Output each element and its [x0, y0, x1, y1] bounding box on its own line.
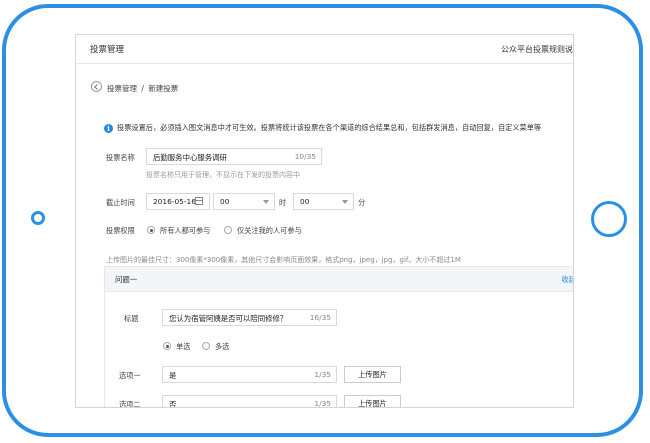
chevron-down-icon — [263, 200, 269, 204]
single-choice-label[interactable]: 单选 — [176, 342, 190, 352]
perm-followers-label[interactable]: 仅关注我的人可参与 — [237, 226, 302, 236]
breadcrumb-parent[interactable]: 投票管理 — [107, 84, 137, 93]
minute-unit: 分 — [358, 198, 366, 207]
vote-name-input[interactable]: 后勤服务中心服务调研 10/35 — [146, 148, 322, 165]
option-value: 否 — [169, 400, 177, 408]
page-title: 投票管理 — [90, 45, 125, 55]
multi-choice-radio[interactable] — [202, 342, 210, 350]
date-input[interactable]: 2016-05-16 — [146, 193, 210, 210]
option-count: 1/35 — [314, 399, 331, 408]
date-value: 2016-05-16 — [153, 197, 196, 206]
breadcrumb: 投票管理 / 新建投票 — [107, 83, 178, 94]
question-panel: 问题一 收起 标题 您认为宿管阿姨是否可以陪同修修？ 16/35 单选 多选 选… — [104, 266, 573, 408]
screen: 投票管理 公众平台投票规则说 投票管理 / 新建投票 i 投票设置后，必须插入图文… — [75, 34, 574, 408]
question-title-count: 16/35 — [309, 313, 331, 322]
breadcrumb-current: 新建投票 — [148, 84, 179, 93]
question-title: 问题一 — [115, 275, 138, 284]
perm-all-label[interactable]: 所有人都可参与 — [160, 226, 210, 236]
collapse-link[interactable]: 收起 — [561, 274, 573, 285]
option-value: 是 — [169, 371, 177, 380]
hour-value: 00 — [220, 197, 230, 206]
image-hint: 上传图片的最佳尺寸：300像素*300像素，其他尺寸会影响页面效果，格式png，… — [106, 256, 461, 264]
option-input[interactable]: 是 1/35 — [162, 366, 337, 383]
hour-unit: 时 — [279, 198, 287, 207]
hour-select[interactable]: 00 — [213, 193, 275, 210]
question-header: 问题一 收起 — [105, 267, 573, 292]
back-icon[interactable] — [91, 81, 102, 92]
option-count: 1/35 — [314, 370, 331, 379]
name-hint: 投票名称只用于管理，不显示在下发的投票内容中 — [146, 171, 300, 179]
upload-image-button[interactable]: 上传图片 — [344, 366, 401, 383]
option-input[interactable]: 否 1/35 — [162, 395, 337, 408]
minute-value: 00 — [300, 197, 310, 206]
chevron-down-icon — [342, 200, 348, 204]
single-choice-radio[interactable] — [163, 342, 171, 350]
rules-link[interactable]: 公众平台投票规则说 — [501, 44, 573, 55]
name-label: 投票名称 — [106, 153, 135, 162]
vote-name-count: 10/35 — [294, 152, 316, 161]
vote-name-value: 后勤服务中心服务调研 — [153, 153, 227, 162]
perm-all-radio[interactable] — [147, 226, 155, 234]
deadline-label: 截止时间 — [106, 198, 135, 207]
notice-text: 投票设置后，必须插入图文消息中才可生效。投票将统计该投票在各个渠道的综合结果总和… — [117, 123, 542, 132]
home-button[interactable] — [591, 201, 627, 237]
question-title-value: 您认为宿管阿姨是否可以陪同修修？ — [169, 314, 288, 323]
minute-select[interactable]: 00 — [293, 193, 354, 210]
info-icon: i — [104, 123, 113, 133]
breadcrumb-separator: / — [141, 84, 144, 93]
option-label: 选项二 — [119, 400, 141, 408]
title-label: 标题 — [124, 314, 139, 323]
calendar-icon[interactable] — [195, 197, 203, 205]
multi-choice-label[interactable]: 多选 — [215, 342, 229, 352]
option-label: 选项一 — [119, 371, 141, 380]
permission-label: 投票权限 — [106, 226, 135, 235]
upload-image-button[interactable]: 上传图片 — [344, 395, 401, 407]
notice-bar: i 投票设置后，必须插入图文消息中才可生效。投票将统计该投票在各个渠道的综合结果总… — [104, 123, 541, 133]
question-title-input[interactable]: 您认为宿管阿姨是否可以陪同修修？ 16/35 — [162, 309, 337, 326]
camera-icon — [31, 211, 45, 225]
perm-followers-radio[interactable] — [224, 226, 232, 234]
top-bar: 投票管理 公众平台投票规则说 — [76, 35, 573, 64]
